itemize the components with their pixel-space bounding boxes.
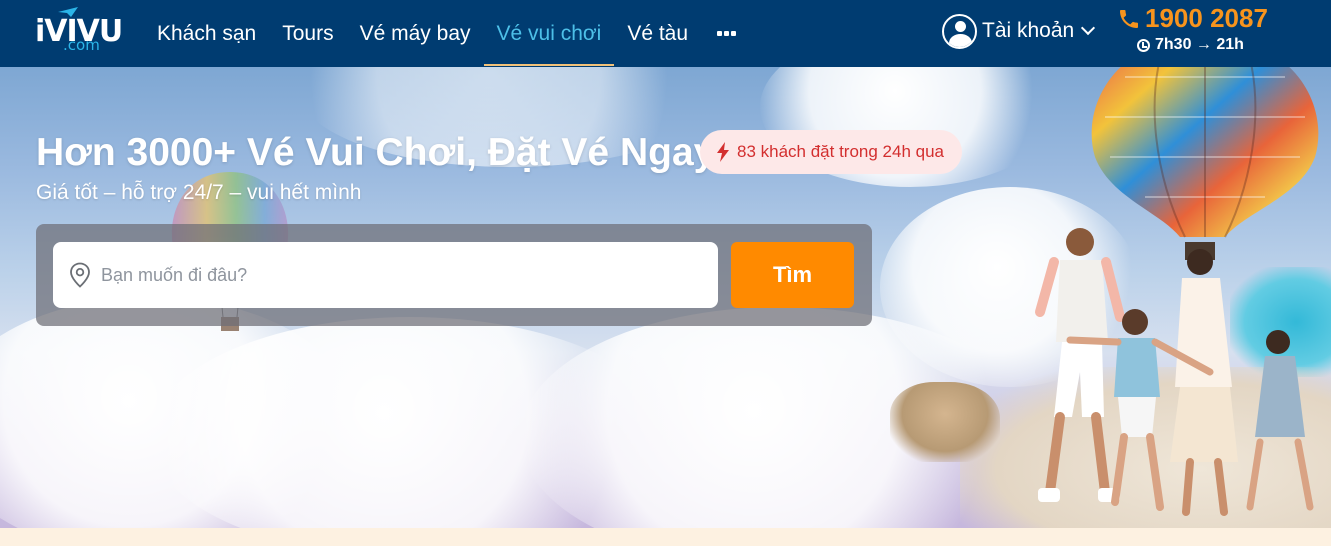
top-navbar: iVIVU .com Khách sạn Tours Vé máy bay Vé… [0, 0, 1331, 67]
nav-tours[interactable]: Tours [269, 0, 346, 67]
family-running-image [1035, 228, 1314, 516]
nav-attraction-tickets[interactable]: Vé vui chơi [483, 0, 615, 67]
hero-title: Hơn 3000+ Vé Vui Chơi, Đặt Vé Ngay [36, 131, 716, 174]
chevron-down-icon [1081, 20, 1096, 36]
search-button[interactable]: Tìm [731, 242, 854, 308]
nav-hotels[interactable]: Khách sạn [144, 0, 269, 67]
nav-flights[interactable]: Vé máy bay [347, 0, 484, 67]
location-pin-icon [70, 262, 90, 288]
recent-bookings-badge: 83 khách đặt trong 24h qua [700, 130, 962, 174]
hotline-phone[interactable]: 1900 2087 [1117, 3, 1287, 34]
account-menu[interactable]: Tài khoản [942, 13, 1096, 49]
search-box: Tìm [36, 224, 872, 326]
hotline: 1900 2087 7h30 → 21h [1117, 3, 1287, 54]
destination-search-input[interactable] [101, 264, 661, 286]
recent-bookings-text: 83 khách đặt trong 24h qua [737, 142, 944, 161]
rocks-decoration [890, 382, 1000, 462]
hotline-hours-text: 7h30 → 21h [1155, 36, 1244, 53]
logo-domain: .com [63, 36, 100, 54]
more-icon[interactable] [701, 0, 751, 67]
phone-icon [1120, 9, 1138, 28]
clock-icon [1137, 38, 1150, 52]
hero-banner: Hơn 3000+ Vé Vui Chơi, Đặt Vé Ngay 83 kh… [0, 67, 1331, 528]
page-background-strip [0, 528, 1331, 546]
account-label: Tài khoản [982, 19, 1075, 42]
nav-train-tickets[interactable]: Vé tàu [614, 0, 701, 67]
user-icon [942, 13, 977, 49]
ivivu-logo[interactable]: iVIVU .com [35, 6, 123, 58]
hero-subtitle: Giá tốt – hỗ trợ 24/7 – vui hết mình [36, 181, 362, 204]
hotline-number: 1900 2087 [1145, 3, 1268, 33]
hotline-hours: 7h30 → 21h [1137, 36, 1287, 54]
destination-search-field[interactable] [53, 242, 718, 308]
lightning-icon [717, 142, 729, 162]
main-menu: Khách sạn Tours Vé máy bay Vé vui chơi V… [144, 0, 751, 67]
